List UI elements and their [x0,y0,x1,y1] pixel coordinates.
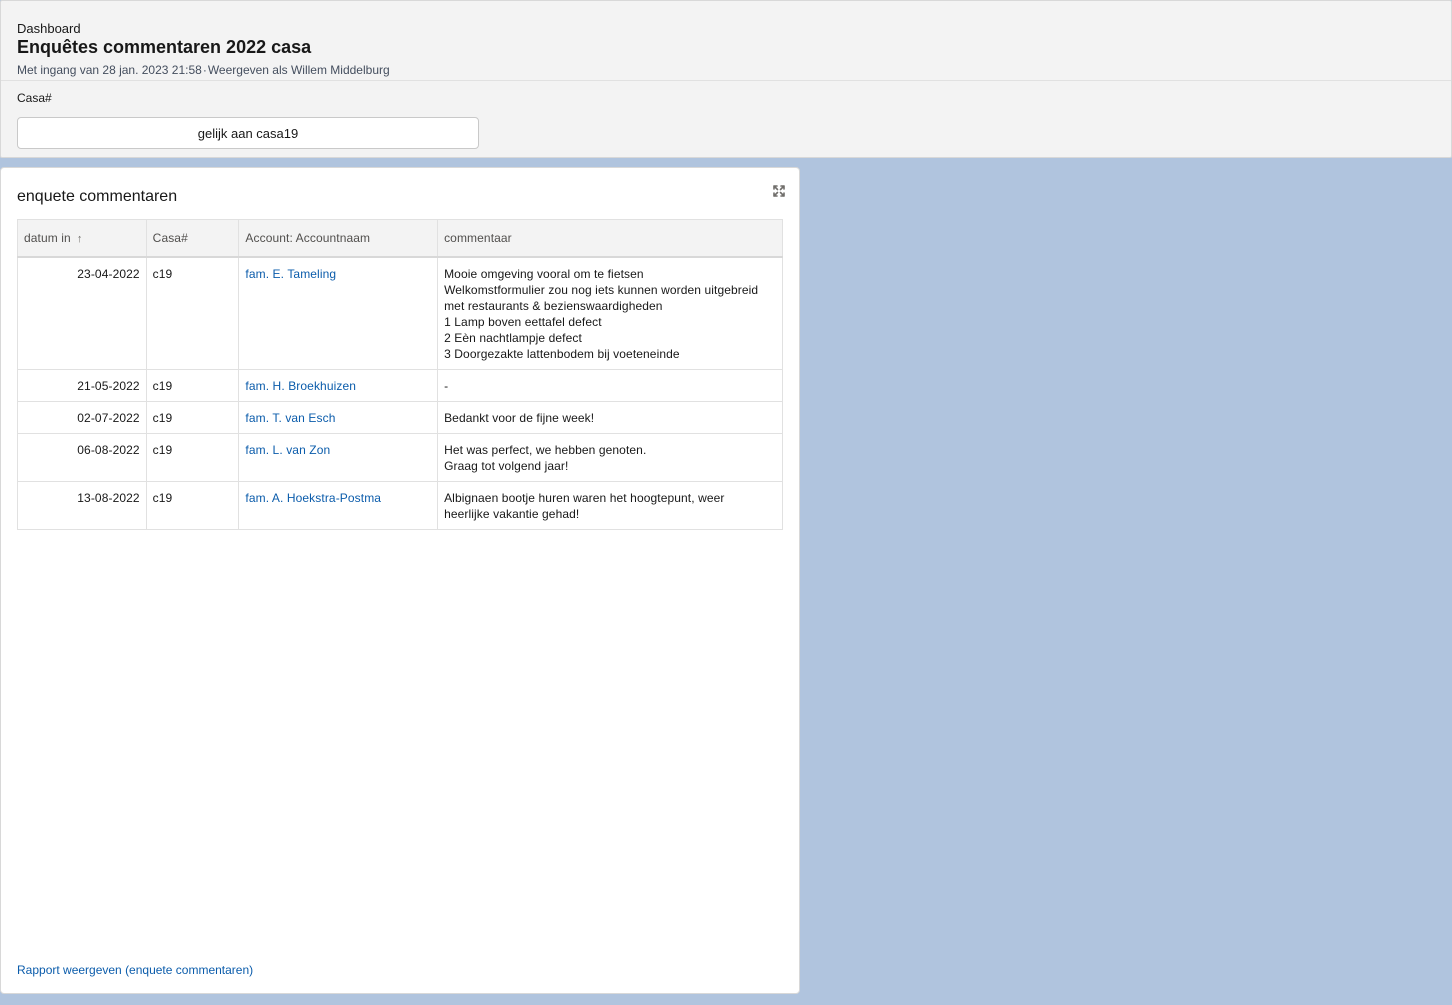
as-of-text: Met ingang van 28 jan. 2023 21:58 [17,63,202,77]
column-label: commentaar [444,230,512,245]
dashboard-subtitle: Met ingang van 28 jan. 2023 21:58·Weerge… [17,63,1435,77]
dashboard-eyebrow: Dashboard [17,21,81,36]
filter-value: gelijk aan casa19 [197,125,299,141]
table-row: 23-04-2022 c19 fam. E. Tameling Mooie omgev… [17,256,783,370]
column-label: Casa# [152,230,188,245]
column-label: Account: Accountnaam [245,230,371,245]
casa-cell: c19 [145,432,240,482]
date-cell: 13-08-2022 [17,480,147,530]
view-as-text: Weergeven als Willem Middelburg [207,63,390,77]
account-link[interactable]: fam. E. Tameling [238,256,439,370]
comment-line: met restaurants & bezienswaardigheden [444,298,663,313]
dashboard-title: Enquêtes commentaren 2022 casa [17,37,312,57]
casa-cell: c19 [145,480,240,530]
expand-icon-svg [773,185,785,197]
table-row: 21-05-2022 c19 fam. H. Broekhuizen - [17,368,783,402]
table-header-row: datum in ↑ Casa# Account: Accountnaam com… [17,219,783,258]
expand-icon[interactable] [772,184,786,198]
comment-cell: Het was perfect, we hebben genoten. Graag… [437,432,783,482]
header-top: Dashboard Enquêtes commentaren 2022 casa… [1,1,1451,81]
comment-line: 3 Doorgezakte lattenbodem bij voeteneind… [444,346,680,361]
casa-filter-button[interactable]: gelijk aan casa19 [17,117,479,149]
table-row: 02-07-2022 c19 fam. T. van Esch Bedankt voo… [17,400,783,434]
dashboard-header: Dashboard Enquêtes commentaren 2022 casa… [0,0,1452,158]
date-cell: 06-08-2022 [17,432,147,482]
view-report-link[interactable]: Rapport weergeven (enquete commentaren) [17,963,253,977]
comment-line: Albignaen bootje huren waren het hoogtep… [444,490,725,505]
casa-cell: c19 [145,256,240,370]
comment-line: heerlijke vakantie gehad! [444,506,580,521]
comment-line: Bedankt voor de fijne week! [444,410,595,425]
account-link[interactable]: fam. H. Broekhuizen [238,368,439,402]
comment-cell: Mooie omgeving vooral om te fietsen Welko… [437,256,783,370]
comment-line: 2 Eèn nachtlampje defect [444,330,582,345]
comment-line: Mooie omgeving vooral om te fietsen [444,266,644,281]
comment-cell: - [437,368,783,402]
date-cell: 02-07-2022 [17,400,147,434]
subtitle-separator: · [202,63,207,77]
table-row: 13-08-2022 c19 fam. A. Hoekstra-Postma Albi… [17,480,783,530]
filter-area: Casa# gelijk aan casa19 [1,81,1451,149]
column-header-casa[interactable]: Casa# [145,219,240,258]
filter-label: Casa# [17,91,52,105]
comment-cell: Albignaen bootje huren waren het hoogtep… [437,480,783,530]
column-header-account[interactable]: Account: Accountnaam [238,219,439,258]
column-header-datum[interactable]: datum in ↑ [17,219,147,258]
sort-ascending-icon: ↑ [76,232,83,245]
casa-cell: c19 [145,368,240,402]
casa-cell: c19 [145,400,240,434]
comment-line: Graag tot volgend jaar! [444,458,569,473]
date-cell: 21-05-2022 [17,368,147,402]
column-label: datum in [24,230,71,245]
date-cell: 23-04-2022 [17,256,147,370]
report-table: datum in ↑ Casa# Account: Accountnaam com… [17,219,783,530]
comment-line: Het was perfect, we hebben genoten. [444,442,647,457]
account-link[interactable]: fam. T. van Esch [238,400,439,434]
account-link[interactable]: fam. A. Hoekstra-Postma [238,480,439,530]
comment-line: 1 Lamp boven eettafel defect [444,314,602,329]
table-row: 06-08-2022 c19 fam. L. van Zon Het was perf… [17,432,783,482]
report-widget: enquete commentaren datum in ↑ Casa# Acco… [0,167,800,994]
table-body: 23-04-2022 c19 fam. E. Tameling Mooie omgev… [17,256,783,530]
column-header-commentaar[interactable]: commentaar [437,219,783,258]
account-link[interactable]: fam. L. van Zon [238,432,439,482]
widget-title: enquete commentaren [17,188,178,205]
comment-cell: Bedankt voor de fijne week! [437,400,783,434]
comment-line: Welkomstformulier zou nog iets kunnen wo… [444,282,759,297]
comment-line: - [444,378,449,393]
